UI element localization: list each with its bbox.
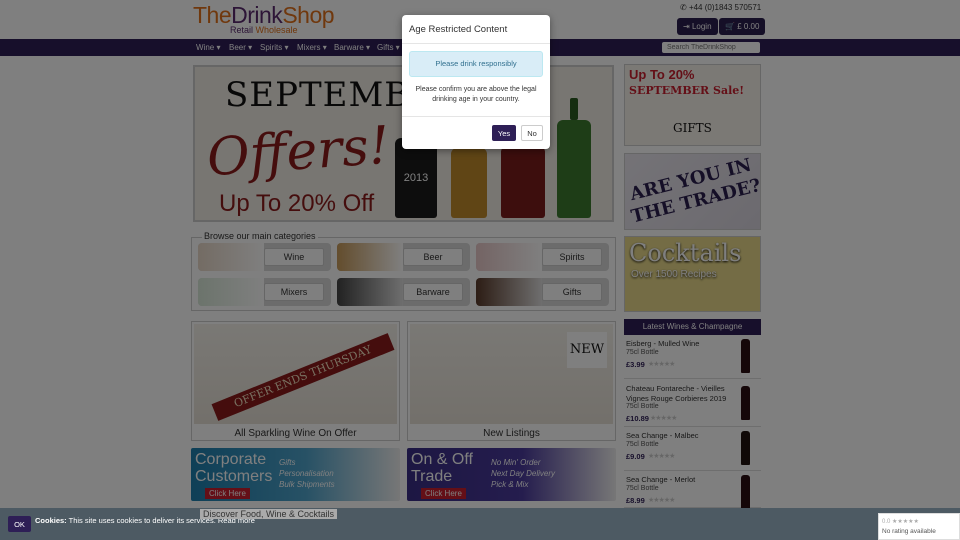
rating-text: No rating available [882, 528, 936, 535]
age-confirm-text: Please confirm you are above the legal d… [415, 86, 537, 103]
no-button[interactable]: No [521, 125, 543, 141]
rating-stars: 0.0 ★★★★★ [882, 519, 919, 525]
modal-title: Age Restricted Content [409, 24, 508, 35]
cookie-label: Cookies: [35, 516, 67, 525]
age-restriction-modal: Age Restricted Content Please drink resp… [402, 15, 550, 149]
divider [402, 43, 550, 44]
rating-widget[interactable]: 0.0 ★★★★★ No rating available [878, 513, 960, 540]
divider [402, 116, 550, 117]
cookie-text: This site uses cookies to deliver its se… [66, 516, 216, 525]
yes-button[interactable]: Yes [492, 125, 516, 141]
discover-tagline: Discover Food, Wine & Cocktails [200, 509, 338, 519]
cookie-ok-button[interactable]: OK [8, 516, 31, 532]
cookie-bar: OK Cookies: This site uses cookies to de… [0, 508, 960, 540]
responsibility-alert: Please drink responsibly [409, 51, 543, 77]
